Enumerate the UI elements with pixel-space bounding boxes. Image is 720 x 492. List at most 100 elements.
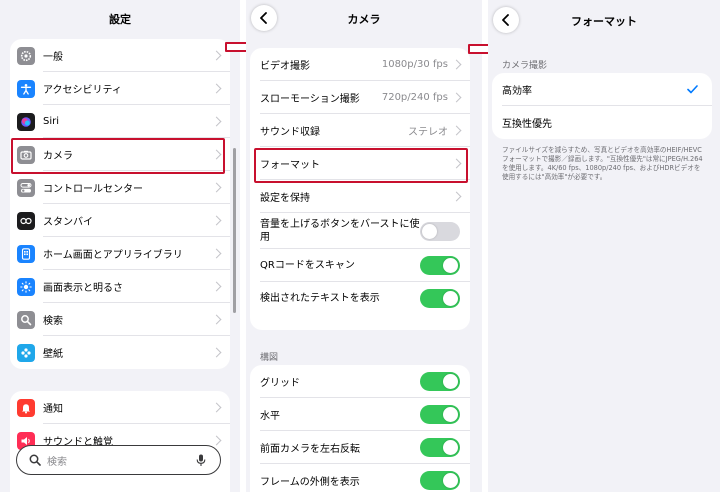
toggle-knob [443, 291, 458, 306]
chevron-right-icon [211, 215, 222, 226]
chevron-right-icon [211, 281, 222, 292]
format-panel: フォーマット カメラ撮影 高効率 互換性優先 ファイルサイズを減らすため、写真と… [488, 0, 720, 492]
settings-item-label: 壁紙 [43, 349, 63, 360]
toggle-knob [443, 258, 458, 273]
chevron-right-icon [211, 347, 222, 358]
section-header-capture: カメラ撮影 [502, 61, 548, 71]
chevron-right-icon [211, 248, 222, 259]
camera-setting-label: 設定を保持 [260, 193, 310, 204]
toggle-switch[interactable] [420, 438, 460, 457]
settings-item-label: ホーム画面とアプリライブラリ [43, 250, 183, 261]
camera-setting-row[interactable]: グリッド [250, 365, 470, 398]
highlight-box-camera [11, 138, 225, 174]
camera-setting-row[interactable]: サウンド収録 ステレオ [250, 114, 470, 147]
toggle-switch[interactable] [420, 471, 460, 490]
camera-setting-label: 検出されたテキストを表示 [260, 293, 380, 304]
settings-item-label: コントロールセンター [43, 184, 143, 195]
toggle-knob [443, 407, 458, 422]
camera-setting-row[interactable]: スローモーション撮影 720p/240 fps [250, 81, 470, 114]
search-bar[interactable]: 検索 [16, 445, 221, 475]
settings-item-label: 検索 [43, 316, 63, 327]
option-label: 高効率 [502, 86, 532, 97]
toggle-switch[interactable] [420, 372, 460, 391]
camera-setting-label: サウンド収録 [260, 127, 320, 138]
toggle-switch[interactable] [420, 289, 460, 308]
settings-item[interactable]: 通知 [10, 391, 230, 424]
camera-setting-value: 1080p/30 fps [381, 59, 448, 70]
camera-setting-row[interactable]: QRコードをスキャン [250, 249, 470, 282]
option-high-efficiency[interactable]: 高効率 [492, 73, 712, 106]
chevron-right-icon [451, 59, 462, 70]
format-title: フォーマット [571, 15, 637, 28]
camera-setting-label: スローモーション撮影 [260, 94, 360, 105]
toggle-switch[interactable] [420, 405, 460, 424]
camera-group-1: ビデオ撮影 1080p/30 fps スローモーション撮影 720p/240 fps サ… [250, 48, 470, 330]
chevron-right-icon [211, 314, 222, 325]
settings-item[interactable]: 検索 [10, 303, 230, 336]
toggle-knob [443, 440, 458, 455]
chevron-right-icon [211, 182, 222, 193]
camera-setting-row[interactable]: 設定を保持 [250, 180, 470, 213]
camera-setting-label: 前面カメラを左右反転 [260, 444, 360, 455]
microphone-icon[interactable] [196, 454, 206, 467]
settings-group-1: 一般 アクセシビリティ Siri カメラ コントロールセンター スタンバイ ホーム画面とアプ… [10, 39, 230, 369]
settings-item[interactable]: スタンバイ [10, 204, 230, 237]
camera-panel: カメラ ビデオ撮影 1080p/30 fps スローモーション撮影 720p/240 … [246, 0, 482, 492]
settings-item-label: Siri [43, 116, 60, 127]
settings-title: 設定 [109, 13, 131, 26]
camera-setting-label: ビデオ撮影 [260, 61, 310, 72]
camera-setting-label: グリッド [260, 378, 300, 389]
chevron-right-icon [451, 191, 462, 202]
chevron-right-icon [211, 402, 222, 413]
settings-item-label: 通知 [43, 404, 63, 415]
toggle-switch[interactable] [420, 256, 460, 275]
settings-item[interactable]: 一般 [10, 39, 230, 72]
settings-item-label: 画面表示と明るさ [43, 283, 123, 294]
camera-setting-label: QRコードをスキャン [260, 260, 355, 271]
camera-setting-label: フレームの外側を表示 [260, 477, 360, 488]
format-options: 高効率 互換性優先 [492, 73, 712, 139]
accessibility-icon [17, 79, 35, 98]
settings-item[interactable]: 画面表示と明るさ [10, 270, 230, 303]
chevron-right-icon [211, 116, 222, 127]
settings-item[interactable]: 壁紙 [10, 336, 230, 369]
settings-item-label: スタンバイ [43, 217, 93, 228]
camera-setting-label: 水平 [260, 411, 280, 422]
brightness-icon [17, 277, 35, 296]
option-most-compatible[interactable]: 互換性優先 [492, 106, 712, 139]
camera-setting-row[interactable]: ビデオ撮影 1080p/30 fps [250, 48, 470, 81]
chevron-right-icon [451, 92, 462, 103]
search-icon [29, 454, 41, 466]
standby-icon [17, 211, 35, 230]
camera-setting-row[interactable]: 水平 [250, 398, 470, 431]
settings-item[interactable]: ホーム画面とアプリライブラリ [10, 237, 230, 270]
settings-group-2: 通知 サウンドと触覚 [10, 391, 230, 492]
settings-item[interactable]: Siri [10, 105, 230, 138]
camera-setting-row[interactable]: フレームの外側を表示 [250, 464, 470, 492]
toggle-knob [443, 473, 458, 488]
settings-item-label: 一般 [43, 52, 63, 63]
camera-setting-row[interactable]: 検出されたテキストを表示 [250, 282, 470, 315]
chevron-right-icon [211, 435, 222, 446]
toggle-knob [443, 374, 458, 389]
camera-setting-value: ステレオ [408, 127, 448, 138]
bell-icon [17, 398, 35, 417]
gear-icon [17, 46, 35, 65]
camera-setting-row[interactable]: 音量を上げるボタンをバーストに使用 [250, 213, 470, 249]
toggle-switch[interactable] [420, 221, 460, 241]
camera-group-2: グリッド水平前面カメラを左右反転 フレームの外側を表示 [250, 365, 470, 492]
siri-icon [17, 112, 35, 131]
camera-setting-label: 音量を上げるボタンをバーストに使用 [260, 219, 420, 243]
camera-title: カメラ [347, 13, 381, 26]
option-label: 互換性優先 [502, 119, 552, 130]
settings-item[interactable]: アクセシビリティ [10, 72, 230, 105]
home-screen-icon [17, 244, 35, 263]
checkmark-icon [687, 85, 698, 94]
settings-item[interactable]: コントロールセンター [10, 171, 230, 204]
scrollbar[interactable] [233, 148, 236, 313]
search-placeholder: 検索 [47, 456, 67, 468]
settings-item-label: アクセシビリティ [43, 85, 122, 96]
camera-setting-row[interactable]: 前面カメラを左右反転 [250, 431, 470, 464]
search-icon [17, 310, 35, 329]
toggle-knob [422, 223, 437, 239]
